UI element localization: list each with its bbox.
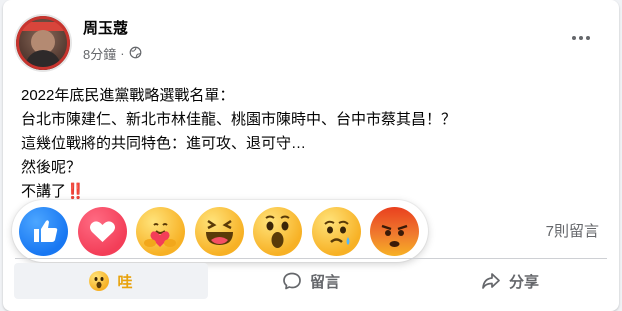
post-timestamp[interactable]: 8分鐘 bbox=[83, 44, 116, 63]
wow-face-icon bbox=[265, 215, 290, 248]
public-audience-icon[interactable] bbox=[129, 46, 142, 62]
share-button[interactable]: 分享 bbox=[413, 263, 607, 299]
post-line: 台北市陳建仁、新北市林佳龍、桃園市陳時中、台中市蔡其昌！？ bbox=[21, 111, 457, 128]
post-line: 2022年底民進黨戰略選戰名單： bbox=[21, 87, 235, 104]
meta-separator: · bbox=[120, 46, 125, 61]
post-line: 不講了 bbox=[21, 183, 67, 200]
haha-reaction[interactable] bbox=[195, 207, 244, 256]
post-body: 2022年底民進黨戰略選戰名單： 台北市陳建仁、新北市林佳龍、桃園市陳時中、台中… bbox=[21, 84, 606, 204]
angry-face-icon bbox=[381, 224, 408, 247]
comment-bubble-icon bbox=[282, 271, 302, 291]
haha-face-icon bbox=[206, 219, 233, 245]
sad-face-icon bbox=[324, 220, 350, 245]
wow-face-icon bbox=[89, 271, 110, 291]
comment-button[interactable]: 留言 bbox=[214, 263, 408, 299]
react-button-label: 哇 bbox=[117, 273, 133, 291]
like-reaction[interactable] bbox=[19, 207, 68, 256]
care-reaction[interactable] bbox=[136, 207, 185, 256]
heart-icon bbox=[90, 221, 115, 242]
love-reaction[interactable] bbox=[78, 207, 127, 256]
action-divider bbox=[15, 258, 607, 259]
wow-reaction[interactable] bbox=[253, 207, 302, 256]
share-arrow-icon bbox=[481, 271, 501, 291]
more-dot-icon bbox=[572, 36, 576, 40]
reaction-picker bbox=[12, 200, 428, 262]
comment-count-link[interactable]: 7則留言 bbox=[546, 220, 599, 241]
more-dot-icon bbox=[586, 36, 590, 40]
more-dot-icon bbox=[579, 36, 583, 40]
thumbs-up-icon bbox=[34, 220, 58, 242]
wow-react-button[interactable]: 哇 bbox=[14, 263, 208, 299]
post-line: 這幾位戰將的共同特色：進可攻、退可守… bbox=[21, 135, 307, 152]
care-hug-icon bbox=[144, 223, 176, 247]
author-avatar[interactable] bbox=[16, 16, 70, 70]
post-line: 然後呢？ bbox=[21, 159, 82, 176]
post-meta: 8分鐘 · bbox=[83, 44, 142, 63]
post-card: 周玉蔻 8分鐘 · 2022年底民進黨戰略選戰名單： 台北市陳建仁、新北市林佳龍… bbox=[3, 0, 619, 311]
comment-button-label: 留言 bbox=[309, 273, 340, 291]
author-name[interactable]: 周玉蔻 bbox=[83, 17, 128, 38]
more-options-button[interactable] bbox=[567, 30, 595, 46]
share-button-label: 分享 bbox=[508, 273, 539, 291]
angry-reaction[interactable] bbox=[370, 207, 419, 256]
double-exclamation-emoji: ‼️ bbox=[66, 183, 85, 200]
sad-reaction[interactable] bbox=[312, 207, 361, 256]
